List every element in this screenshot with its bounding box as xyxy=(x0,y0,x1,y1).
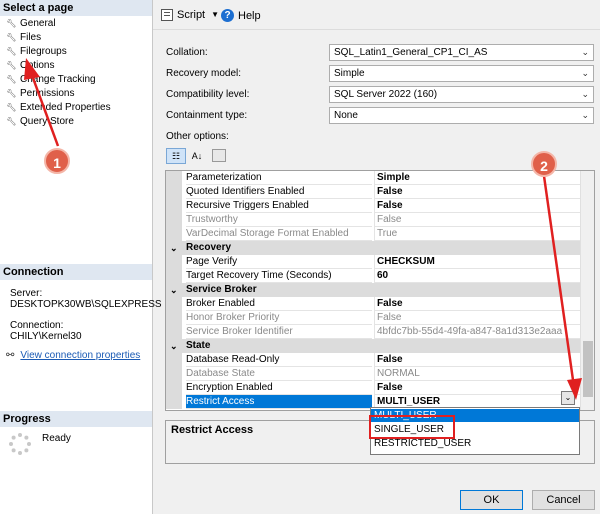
single-user-highlight-box xyxy=(369,415,455,439)
arrow-one-head xyxy=(24,58,40,80)
arrow-one-line xyxy=(31,77,60,147)
callout-two: 2 xyxy=(531,151,557,177)
arrow-two-line xyxy=(542,175,575,381)
arrow-two-head xyxy=(567,378,582,400)
annotation-arrows xyxy=(24,58,582,400)
callout-one: 1 xyxy=(44,148,70,174)
